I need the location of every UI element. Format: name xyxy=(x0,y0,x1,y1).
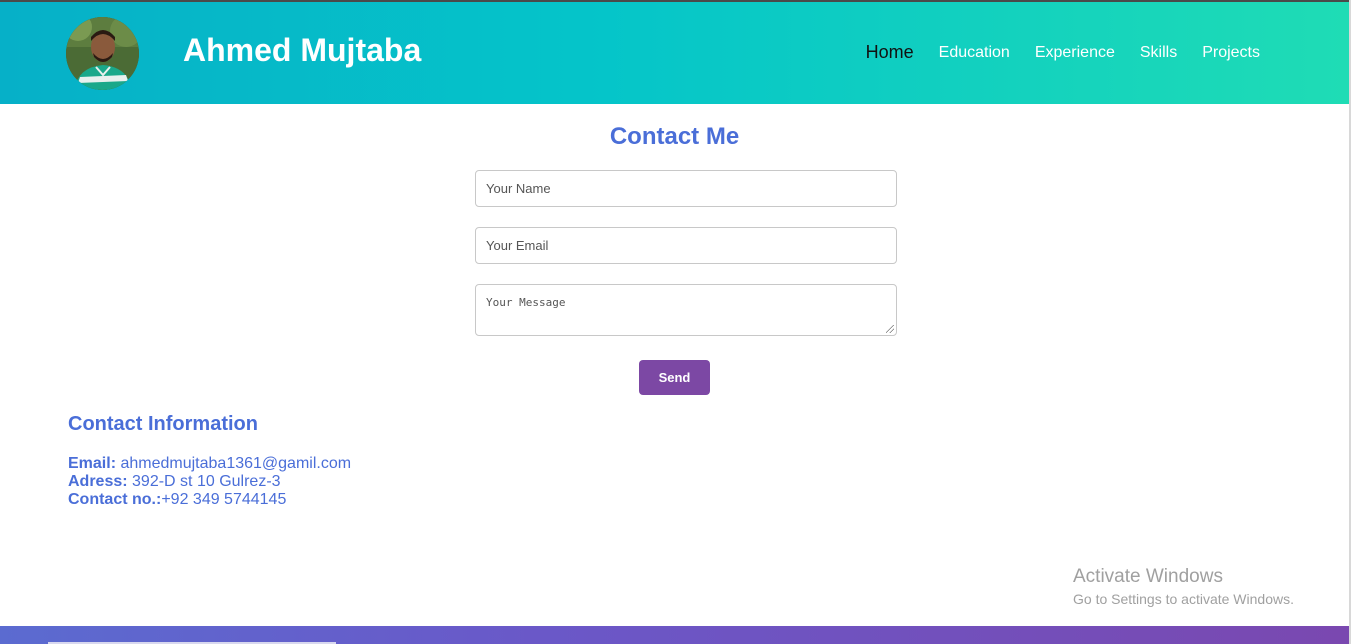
nav-education[interactable]: Education xyxy=(939,42,1010,64)
email-label: Email: xyxy=(68,455,117,472)
nav-projects[interactable]: Projects xyxy=(1202,42,1260,64)
nav-home[interactable]: Home xyxy=(866,41,914,64)
watermark-title: Activate Windows xyxy=(1073,566,1223,587)
nav-skills[interactable]: Skills xyxy=(1140,42,1177,64)
footer-strip xyxy=(0,626,1351,644)
contact-heading: Contact Me xyxy=(609,123,740,150)
name-input[interactable]: Your Name xyxy=(475,170,897,207)
contact-info-heading: Contact Information xyxy=(68,413,258,435)
nav-experience[interactable]: Experience xyxy=(1035,42,1115,64)
site-title: Ahmed Mujtaba xyxy=(183,32,422,68)
main-nav: Home Education Experience Skills Project… xyxy=(841,42,1260,64)
message-textarea[interactable]: Your Message xyxy=(475,284,897,336)
contact-info-details: Email: ahmedmujtaba1361@gamil.com Adress… xyxy=(68,455,351,509)
site-header: Ahmed Mujtaba Home Education Experience … xyxy=(0,2,1349,104)
avatar-photo-icon xyxy=(66,17,139,90)
avatar xyxy=(66,17,139,90)
address-label: Adress: xyxy=(68,473,128,490)
phone-value: +92 349 5744145 xyxy=(161,491,287,508)
address-line: Adress: 392-D st 10 Gulrez-3 xyxy=(68,473,351,491)
name-placeholder: Your Name xyxy=(486,181,551,196)
phone-label: Contact no.: xyxy=(68,491,162,508)
email-input[interactable]: Your Email xyxy=(475,227,897,264)
address-value: 392-D st 10 Gulrez-3 xyxy=(132,473,281,490)
watermark-subtitle: Go to Settings to activate Windows. xyxy=(1073,591,1294,607)
message-placeholder: Your Message xyxy=(486,296,566,309)
phone-line: Contact no.:+92 349 5744145 xyxy=(68,491,351,509)
activate-windows-watermark: Activate Windows Go to Settings to activ… xyxy=(1073,566,1294,609)
send-button[interactable]: Send xyxy=(639,360,710,395)
email-placeholder: Your Email xyxy=(486,238,549,253)
email-value: ahmedmujtaba1361@gamil.com xyxy=(120,455,352,472)
resize-grip-icon[interactable] xyxy=(886,325,894,333)
email-line: Email: ahmedmujtaba1361@gamil.com xyxy=(68,455,351,473)
